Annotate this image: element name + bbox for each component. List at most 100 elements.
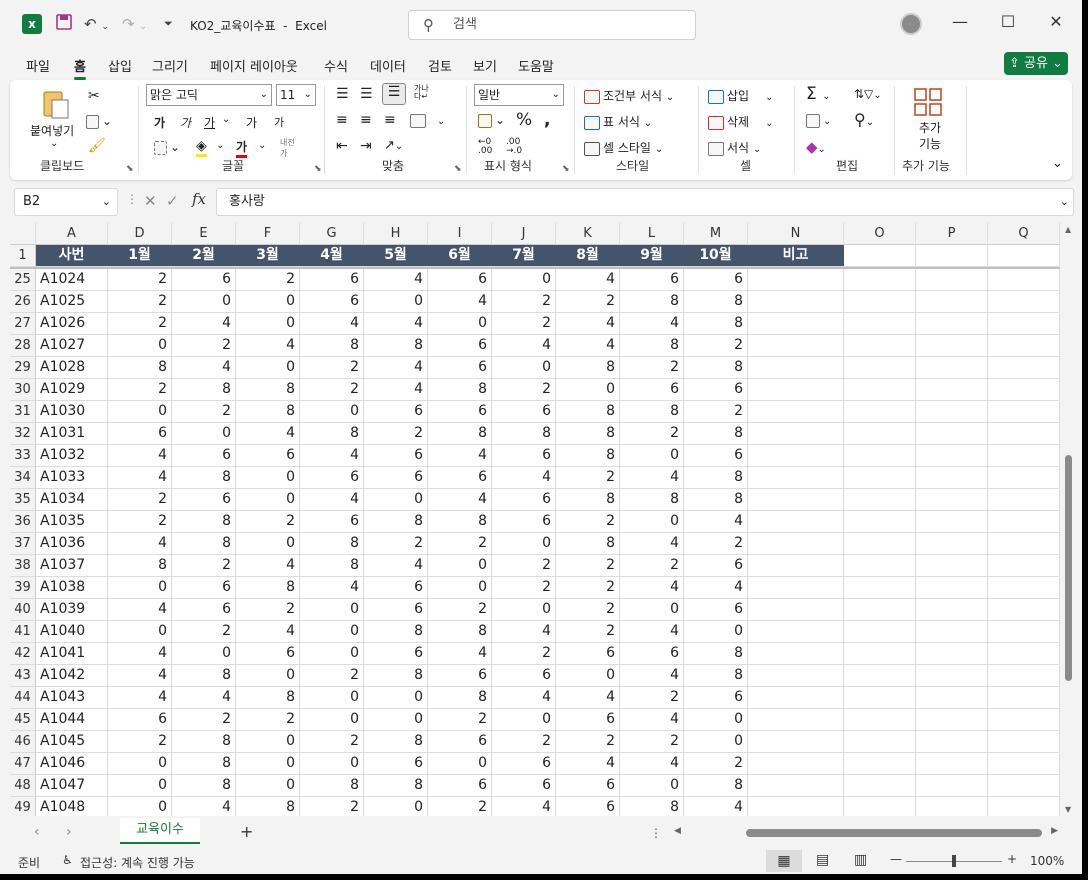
header-cell[interactable]: 7월 (492, 245, 556, 266)
cell-value[interactable]: 8 (428, 687, 492, 708)
cell[interactable] (988, 423, 1060, 444)
cell[interactable] (988, 291, 1060, 312)
cell-value[interactable]: 2 (492, 731, 556, 752)
cell[interactable] (748, 445, 844, 466)
fill-color-icon[interactable]: ◈ (196, 138, 207, 157)
header-cell[interactable]: 1월 (108, 245, 172, 266)
font-name-dropdown[interactable]: 맑은 고딕 ⌄ (146, 84, 272, 106)
cell-id[interactable]: A1027 (36, 335, 108, 356)
cell-value[interactable]: 6 (492, 775, 556, 796)
scroll-up-icon[interactable]: ▲ (1065, 225, 1071, 234)
minimize-icon[interactable]: — (950, 12, 970, 31)
cell-value[interactable]: 2 (556, 511, 620, 532)
row-header[interactable]: 1 (10, 245, 36, 267)
cell-value[interactable]: 6 (364, 599, 428, 620)
cell-value[interactable]: 4 (684, 511, 748, 532)
customize-quick-access-icon[interactable]: ⏷ (164, 14, 173, 34)
cell-value[interactable]: 0 (428, 313, 492, 334)
zoom-out-icon[interactable]: — (890, 852, 902, 866)
column-header-g[interactable]: G (300, 223, 364, 245)
header-cell[interactable]: 3월 (236, 245, 300, 266)
cell-value[interactable]: 6 (684, 555, 748, 576)
cell-value[interactable]: 2 (108, 269, 172, 290)
cell-value[interactable]: 2 (300, 797, 364, 816)
cell-value[interactable]: 8 (108, 357, 172, 378)
cell[interactable] (988, 577, 1060, 598)
cell-value[interactable]: 8 (556, 357, 620, 378)
format-as-table-button[interactable]: 표 서식 ⌄ (584, 113, 652, 130)
cell[interactable] (748, 643, 844, 664)
cell-value[interactable]: 2 (108, 489, 172, 510)
cell[interactable] (916, 291, 988, 312)
cell-value[interactable]: 0 (108, 577, 172, 598)
zoom-slider-thumb[interactable] (952, 855, 956, 867)
tab-file[interactable]: 파일 (26, 56, 50, 75)
sort-filter-icon[interactable]: ⇅▽⌄ (854, 87, 882, 101)
cell[interactable] (988, 335, 1060, 356)
cell-value[interactable]: 2 (684, 401, 748, 422)
cell-value[interactable]: 2 (684, 335, 748, 356)
header-cell[interactable]: 4월 (300, 245, 364, 266)
cell-value[interactable]: 0 (364, 709, 428, 730)
cell[interactable] (748, 489, 844, 510)
cell-value[interactable]: 8 (236, 401, 300, 422)
cell-value[interactable]: 4 (492, 687, 556, 708)
cell-value[interactable]: 4 (172, 797, 236, 816)
cell-id[interactable]: A1035 (36, 511, 108, 532)
cell[interactable] (844, 709, 916, 730)
cell-value[interactable]: 6 (364, 643, 428, 664)
font-size-dropdown[interactable]: 11 ⌄ (276, 84, 316, 106)
cell-value[interactable]: 4 (620, 709, 684, 730)
cell[interactable] (844, 335, 916, 356)
cell[interactable] (988, 511, 1060, 532)
cell[interactable] (988, 797, 1060, 816)
cell-value[interactable]: 4 (300, 313, 364, 334)
cell-value[interactable]: 8 (684, 489, 748, 510)
cell-value[interactable]: 2 (620, 423, 684, 444)
row-header[interactable]: 40 (10, 599, 36, 621)
cell-value[interactable]: 8 (172, 533, 236, 554)
cell-value[interactable]: 4 (428, 445, 492, 466)
row-header[interactable]: 46 (10, 731, 36, 753)
cell[interactable] (988, 599, 1060, 620)
column-header-a[interactable]: A (36, 223, 108, 245)
cell-value[interactable]: 6 (556, 709, 620, 730)
cell[interactable] (748, 665, 844, 686)
cell-value[interactable]: 2 (492, 313, 556, 334)
cell-value[interactable]: 6 (684, 445, 748, 466)
cell-value[interactable]: 6 (172, 445, 236, 466)
cell-value[interactable]: 2 (108, 731, 172, 752)
cell-id[interactable]: A1038 (36, 577, 108, 598)
cell-value[interactable]: 6 (492, 445, 556, 466)
autosum-icon[interactable]: Σ ⌄ (806, 84, 831, 104)
cell-value[interactable]: 8 (684, 357, 748, 378)
cell-value[interactable]: 4 (620, 577, 684, 598)
formula-input[interactable]: 홍사랑 ⌄ (216, 188, 1074, 216)
cell-value[interactable]: 4 (620, 753, 684, 774)
align-middle-icon[interactable]: ☰ (360, 86, 373, 102)
scroll-down-icon[interactable]: ▼ (1065, 805, 1071, 814)
column-header-n[interactable]: N (748, 223, 844, 245)
page-layout-view-icon[interactable]: ▤ (816, 852, 829, 868)
column-header-d[interactable]: D (108, 223, 172, 245)
row-header[interactable]: 38 (10, 555, 36, 577)
cell[interactable] (916, 379, 988, 400)
cell-value[interactable]: 8 (620, 489, 684, 510)
cell-value[interactable]: 4 (108, 445, 172, 466)
cell-value[interactable]: 4 (172, 357, 236, 378)
font-color-button[interactable]: 가 (236, 138, 248, 158)
row-header[interactable]: 44 (10, 687, 36, 709)
header-cell[interactable]: 10월 (684, 245, 748, 266)
cell[interactable] (988, 269, 1060, 290)
cell[interactable] (988, 731, 1060, 752)
tab-review[interactable]: 검토 (428, 56, 452, 75)
cell-value[interactable]: 4 (556, 687, 620, 708)
cell-value[interactable]: 0 (172, 643, 236, 664)
cell-value[interactable]: 0 (556, 379, 620, 400)
cell-value[interactable]: 2 (492, 555, 556, 576)
cell-value[interactable]: 4 (492, 797, 556, 816)
cell-value[interactable]: 6 (300, 269, 364, 290)
row-header[interactable]: 49 (10, 797, 36, 816)
cell-value[interactable]: 8 (300, 555, 364, 576)
cell-value[interactable]: 8 (684, 291, 748, 312)
